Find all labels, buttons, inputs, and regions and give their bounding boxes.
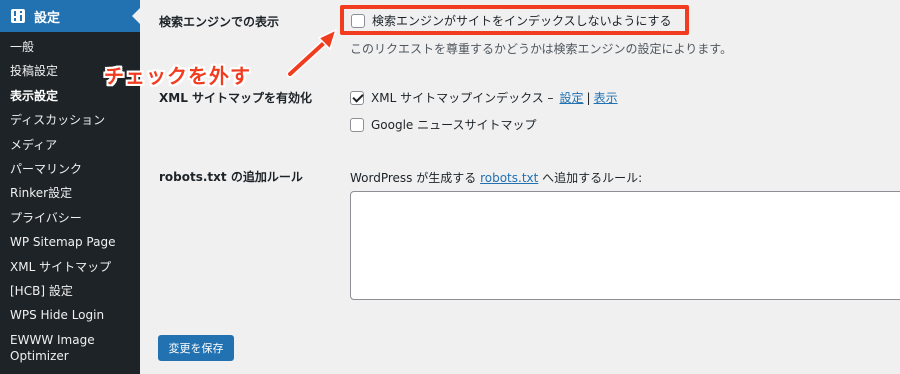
annotation-callout-text: チェックを外す	[104, 64, 251, 88]
current-menu-indicator	[132, 8, 140, 24]
robots-rules-textarea[interactable]	[350, 191, 900, 300]
sidebar-header-label: 設定	[34, 10, 61, 26]
xml-sitemap-index-checkbox[interactable]	[350, 90, 364, 105]
sidebar-item-permalink[interactable]: パーマリンク	[0, 158, 140, 182]
search-visibility-checkbox[interactable]	[351, 13, 365, 28]
admin-sidebar: 設定 一般 投稿設定 表示設定 ディスカッション メディア パーマリンク Rin…	[0, 0, 140, 374]
sidebar-item-xml-sitemap[interactable]: XML サイトマップ	[0, 256, 140, 280]
robots-description: WordPress が生成する robots.txt へ追加するルール:	[350, 169, 642, 186]
robots-description-suffix: へ追加するルール:	[542, 171, 643, 185]
robots-description-prefix: WordPress が生成する	[350, 171, 477, 185]
settings-sliders-icon	[10, 8, 26, 24]
search-visibility-option[interactable]: 検索エンジンがサイトをインデックスしないようにする	[351, 12, 672, 29]
robots-label: robots.txt の追加ルール	[159, 170, 303, 184]
sidebar-item-discussion[interactable]: ディスカッション	[0, 109, 140, 133]
settings-form: 検索エンジンでの表示 検索エンジンがサイトをインデックスしないようにする このリ…	[104, 0, 900, 374]
google-news-sitemap-checkbox[interactable]	[350, 117, 364, 132]
xml-sitemap-view-link[interactable]: 表示	[594, 89, 618, 106]
robots-txt-link[interactable]: robots.txt	[480, 171, 538, 185]
google-news-sitemap-label: Google ニュースサイトマップ	[371, 118, 537, 132]
sidebar-item-wps-hide-login[interactable]: WPS Hide Login	[0, 304, 140, 328]
sidebar-item-rinker[interactable]: Rinker設定	[0, 182, 140, 206]
link-separator: |	[586, 90, 591, 105]
google-news-sitemap-option[interactable]: Google ニュースサイトマップ	[350, 116, 537, 133]
search-visibility-checkbox-label: 検索エンジンがサイトをインデックスしないようにする	[372, 14, 672, 28]
search-visibility-label: 検索エンジンでの表示	[159, 15, 280, 29]
settings-page: 設定 一般 投稿設定 表示設定 ディスカッション メディア パーマリンク Rin…	[0, 0, 900, 374]
sidebar-item-wp-sitemap-page[interactable]: WP Sitemap Page	[0, 231, 140, 255]
sidebar-item-hcb[interactable]: [HCB] 設定	[0, 280, 140, 304]
xml-sitemap-index-label: XML サイトマップインデックス –	[371, 91, 554, 105]
search-visibility-description: このリクエストを尊重するかどうかは検索エンジンの設定によります。	[350, 42, 733, 56]
xml-sitemap-settings-link[interactable]: 設定	[560, 89, 584, 106]
save-button[interactable]: 変更を保存	[158, 335, 234, 361]
xml-sitemap-index-option[interactable]: XML サイトマップインデックス – 設定 | 表示	[350, 89, 618, 106]
sidebar-item-ewww[interactable]: EWWW Image Optimizer	[0, 329, 140, 365]
sidebar-item-media[interactable]: メディア	[0, 134, 140, 158]
xml-sitemap-label: XML サイトマップを有効化	[159, 91, 313, 105]
sidebar-header-settings[interactable]: 設定	[0, 0, 140, 32]
sidebar-item-general[interactable]: 一般	[0, 36, 140, 60]
sidebar-item-privacy[interactable]: プライバシー	[0, 207, 140, 231]
